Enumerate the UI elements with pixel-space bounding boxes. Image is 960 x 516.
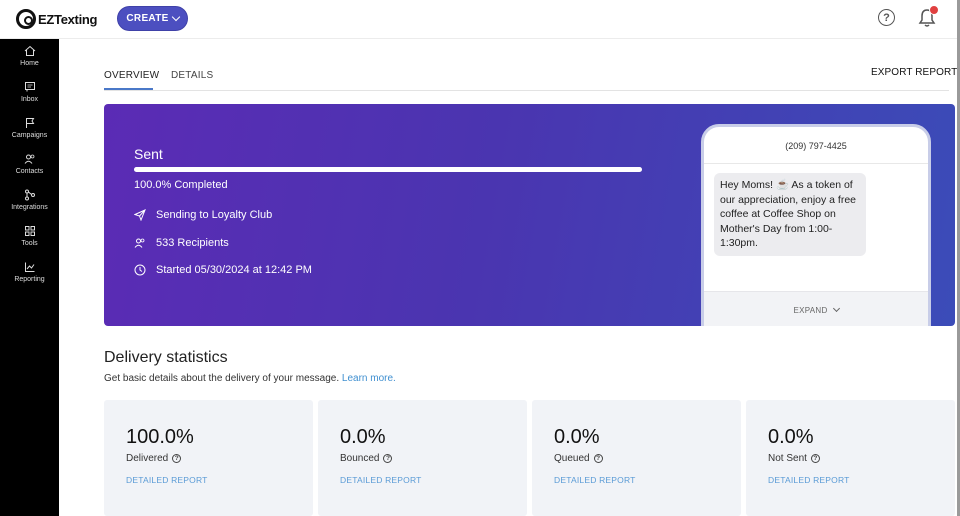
detailed-report-link[interactable]: DETAILED REPORT	[340, 475, 422, 485]
started-row: Started 05/30/2024 at 12:42 PM	[134, 264, 312, 276]
sidebar-item-label: Reporting	[14, 276, 45, 283]
sidebar-item-home[interactable]: Home	[0, 45, 59, 77]
stat-card-bounced: 0.0% Bounced? DETAILED REPORT	[318, 400, 527, 516]
home-icon	[24, 45, 35, 56]
sidebar-item-label: Campaigns	[11, 132, 48, 139]
tab-details[interactable]: DETAILS	[171, 70, 213, 81]
sending-to-text: Sending to Loyalty Club	[156, 209, 273, 221]
tabs-divider	[104, 90, 949, 91]
detailed-report-link[interactable]: DETAILED REPORT	[126, 475, 208, 485]
chevron-down-icon	[171, 12, 180, 22]
help-icon[interactable]: ?	[810, 454, 820, 463]
stat-label-text: Bounced	[340, 453, 380, 464]
reporting-icon	[24, 262, 34, 272]
users-icon	[24, 154, 34, 164]
export-report-button[interactable]: EXPORT REPORT	[871, 67, 957, 78]
stat-value: 100.0%	[126, 426, 194, 448]
delivery-statistics-title: Delivery statistics	[104, 349, 228, 366]
detailed-report-link[interactable]: DETAILED REPORT	[768, 475, 850, 485]
detailed-report-link[interactable]: DETAILED REPORT	[554, 475, 636, 485]
stat-card-delivered: 100.0% Delivered? DETAILED REPORT	[104, 400, 313, 516]
started-text: Started 05/30/2024 at 12:42 PM	[156, 264, 312, 276]
help-icon[interactable]: ?	[383, 454, 393, 463]
stat-label: Bounced?	[340, 453, 393, 464]
sidebar-item-label: Integrations	[11, 204, 48, 211]
create-button[interactable]: CREATE	[117, 6, 188, 31]
flag-icon	[25, 118, 34, 128]
campaign-status-card: Sent 100.0% Completed Sending to Loyalty…	[104, 104, 955, 326]
stat-label-text: Queued	[554, 453, 590, 464]
sidebar-item-campaigns[interactable]: Campaigns	[0, 117, 59, 149]
sidebar-item-contacts[interactable]: Contacts	[0, 153, 59, 185]
sender-number: (209) 797-4425	[785, 141, 847, 151]
sidebar-item-label: Tools	[21, 240, 38, 247]
tab-overview[interactable]: OVERVIEW	[104, 70, 159, 81]
recipients-text: 533 Recipients	[156, 237, 229, 249]
stat-value: 0.0%	[340, 426, 386, 448]
logo-text: EZTexting	[38, 11, 98, 27]
top-bar: EZTexting CREATE ?	[0, 0, 960, 39]
progress-bar	[134, 167, 642, 172]
stat-card-queued: 0.0% Queued? DETAILED REPORT	[532, 400, 741, 516]
send-icon	[134, 209, 146, 221]
integrations-icon	[24, 189, 35, 201]
help-icon[interactable]: ?	[593, 454, 603, 463]
notification-badge	[929, 5, 939, 15]
stat-label: Not Sent?	[768, 453, 820, 464]
progress-fill	[134, 167, 642, 172]
sidebar: Home Inbox Campaigns Contacts Integratio…	[0, 39, 59, 516]
sending-to-row: Sending to Loyalty Club	[134, 209, 272, 221]
status-title: Sent	[134, 146, 163, 162]
stat-value: 0.0%	[768, 426, 814, 448]
help-icon[interactable]: ?	[172, 454, 182, 463]
learn-more-link[interactable]: Learn more.	[342, 373, 396, 384]
phone-preview: (209) 797-4425 Hey Moms! ☕ As a token of…	[701, 124, 931, 326]
sidebar-item-tools[interactable]: Tools	[0, 225, 59, 257]
stat-label: Queued?	[554, 453, 603, 464]
stat-value: 0.0%	[554, 426, 600, 448]
phone-header-divider	[704, 163, 928, 164]
eztexting-logo[interactable]: EZTexting	[16, 9, 97, 29]
help-icon[interactable]: ?	[878, 9, 895, 26]
sidebar-item-label: Home	[20, 60, 39, 67]
delivery-statistics-subtitle: Get basic details about the delivery of …	[104, 373, 396, 384]
sidebar-item-label: Inbox	[20, 96, 39, 103]
expand-bar[interactable]: EXPAND	[704, 291, 928, 326]
expand-label: EXPAND	[793, 306, 828, 315]
create-button-label: CREATE	[126, 13, 169, 24]
chevron-down-icon	[832, 304, 840, 313]
users-icon	[134, 238, 145, 248]
stat-label: Delivered?	[126, 453, 182, 464]
logo-icon	[16, 9, 36, 29]
completed-text: 100.0% Completed	[134, 179, 228, 191]
sidebar-item-integrations[interactable]: Integrations	[0, 189, 59, 221]
recipients-row: 533 Recipients	[134, 237, 229, 249]
sidebar-item-label: Contacts	[15, 168, 44, 175]
expand-button[interactable]: EXPAND	[704, 304, 928, 315]
inbox-icon	[24, 82, 35, 92]
message-bubble: Hey Moms! ☕ As a token of our appreciati…	[714, 173, 866, 256]
subtitle-text: Get basic details about the delivery of …	[104, 373, 340, 384]
stat-label-text: Not Sent	[768, 453, 807, 464]
sidebar-item-reporting[interactable]: Reporting	[0, 261, 59, 293]
sidebar-item-inbox[interactable]: Inbox	[0, 81, 59, 113]
stat-label-text: Delivered	[126, 453, 169, 464]
clock-icon	[134, 264, 146, 276]
tools-icon	[24, 226, 35, 236]
stat-card-not-sent: 0.0% Not Sent? DETAILED REPORT	[746, 400, 955, 516]
